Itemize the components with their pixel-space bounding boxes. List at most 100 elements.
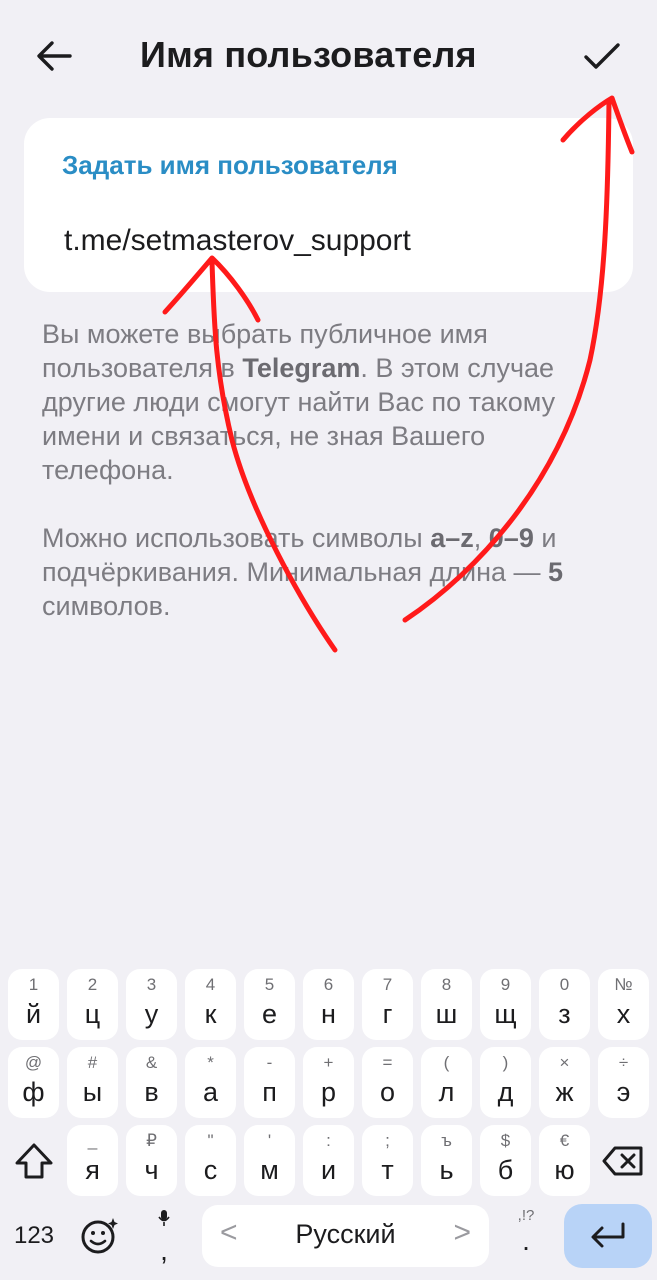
- onscreen-keyboard: 1 й 2 ц 3 у 4 к 5 е 6 н 7 г 8 ш 9 щ 0 з № х @ ф # ы & в * а - п + р = о(л)…: [0, 955, 657, 1280]
- key[interactable]: 8ш: [421, 969, 472, 1040]
- key-hint: ": [207, 1131, 214, 1150]
- key-hint: *: [207, 1053, 214, 1072]
- key[interactable]: * а: [185, 1047, 236, 1118]
- voice-comma-key[interactable]: ,: [138, 1201, 190, 1269]
- key-letter: ф: [22, 1077, 45, 1107]
- key-hint: $: [500, 1131, 511, 1150]
- key-hint: +: [323, 1053, 334, 1072]
- emoji-icon: [81, 1218, 118, 1254]
- enter-key[interactable]: [564, 1204, 652, 1268]
- key-letter: г: [382, 999, 393, 1029]
- key[interactable]: # ы: [67, 1047, 118, 1118]
- key-letter: щ: [494, 999, 517, 1029]
- key-letter: р: [320, 1077, 337, 1107]
- key-letter: б: [497, 1155, 514, 1185]
- key-hint: =: [382, 1053, 393, 1072]
- key[interactable]: & в: [126, 1047, 177, 1118]
- key-hint: 7: [382, 975, 393, 994]
- username-description: Вы можете выбрать публичное имя пользова…: [42, 319, 556, 485]
- key[interactable]: = о: [362, 1047, 413, 1118]
- key-letter: ь: [439, 1155, 454, 1185]
- key-hint: ÷: [618, 1053, 629, 1072]
- key-letter: с: [203, 1155, 218, 1185]
- key[interactable]: ъь: [421, 1125, 472, 1196]
- chevron-right-icon: >: [453, 1216, 471, 1249]
- key[interactable]: 9щ: [480, 969, 531, 1040]
- key[interactable]: ₽ ч: [126, 1125, 177, 1196]
- confirm-button[interactable]: [576, 30, 628, 82]
- key-hint: ): [502, 1053, 509, 1072]
- key[interactable]: ; т: [362, 1125, 413, 1196]
- key-letter: ш: [435, 999, 458, 1029]
- space-key[interactable]: < Русский >: [202, 1205, 489, 1267]
- key-hint: ъ: [441, 1131, 452, 1150]
- key-letter: д: [497, 1077, 514, 1107]
- key-letter: х: [616, 999, 631, 1029]
- username-field-label: Задать имя пользователя: [62, 150, 398, 180]
- key[interactable]: ) д: [480, 1047, 531, 1118]
- key-hint: 4: [205, 975, 216, 994]
- period-key[interactable]: ,!? .: [500, 1205, 552, 1267]
- key-letter: ч: [144, 1155, 159, 1185]
- key-letter: п: [262, 1077, 277, 1107]
- key-hint: -: [266, 1053, 273, 1072]
- key[interactable]: 6н: [303, 969, 354, 1040]
- key-letter: м: [260, 1155, 279, 1185]
- key-letter: й: [25, 999, 42, 1029]
- key-hint: ': [267, 1131, 272, 1150]
- key-letter: о: [379, 1077, 396, 1107]
- username-card: Задать имя пользователя t.me/setmasterov…: [24, 118, 633, 292]
- key-hint: (: [443, 1053, 450, 1072]
- key-letter: я: [85, 1155, 100, 1185]
- top-bar: Имя пользователя: [0, 0, 657, 110]
- username-rules: Можно использовать символы a–z, 0–9 и по…: [42, 523, 564, 621]
- key-hint: 0: [559, 975, 570, 994]
- key[interactable]: $ б: [480, 1125, 531, 1196]
- key[interactable]: 3у: [126, 969, 177, 1040]
- key-letter: н: [321, 999, 336, 1029]
- key[interactable]: :и: [303, 1125, 354, 1196]
- emoji-key[interactable]: [74, 1205, 126, 1267]
- key[interactable]: (л: [421, 1047, 472, 1118]
- key[interactable]: × ж: [539, 1047, 590, 1118]
- key[interactable]: + р: [303, 1047, 354, 1118]
- key[interactable]: -п: [244, 1047, 295, 1118]
- enter-icon: [591, 1222, 625, 1248]
- key[interactable]: @ ф: [8, 1047, 59, 1118]
- key-hint: 9: [500, 975, 511, 994]
- key[interactable]: € ю: [539, 1125, 590, 1196]
- key[interactable]: _ я: [67, 1125, 118, 1196]
- key[interactable]: ÷ э: [598, 1047, 649, 1118]
- backspace-key[interactable]: [595, 1125, 651, 1196]
- key-letter: ы: [82, 1077, 103, 1107]
- key[interactable]: 1й: [8, 969, 59, 1040]
- key-letter: в: [144, 1077, 159, 1107]
- key-letter: л: [438, 1077, 455, 1107]
- key-hint: 8: [441, 975, 452, 994]
- key[interactable]: 2ц: [67, 969, 118, 1040]
- key-hint: €: [559, 1131, 570, 1150]
- arrow-left-icon: [37, 41, 72, 71]
- key-hint: ;: [385, 1131, 390, 1150]
- shift-icon: [15, 1143, 53, 1178]
- key[interactable]: 7г: [362, 969, 413, 1040]
- key-letter: ю: [554, 1155, 575, 1185]
- page-title: Имя пользователя: [140, 34, 477, 75]
- back-button[interactable]: [28, 30, 80, 82]
- key-hint: №: [614, 975, 633, 994]
- numbers-key[interactable]: 123: [6, 1205, 62, 1267]
- shift-key[interactable]: [6, 1125, 62, 1196]
- key[interactable]: " с: [185, 1125, 236, 1196]
- keyboard-language-label: Русский: [295, 1219, 396, 1249]
- key-hint: 1: [28, 975, 39, 994]
- key-hint: ×: [559, 1053, 570, 1072]
- key[interactable]: ' м: [244, 1125, 295, 1196]
- key[interactable]: 0з: [539, 969, 590, 1040]
- username-input[interactable]: t.me/setmasterov_support: [64, 224, 411, 258]
- key-letter: т: [381, 1155, 394, 1185]
- key[interactable]: 4к: [185, 969, 236, 1040]
- key-hint: 6: [323, 975, 334, 994]
- key-hint: _: [87, 1131, 98, 1150]
- key[interactable]: 5е: [244, 969, 295, 1040]
- key[interactable]: № х: [598, 969, 649, 1040]
